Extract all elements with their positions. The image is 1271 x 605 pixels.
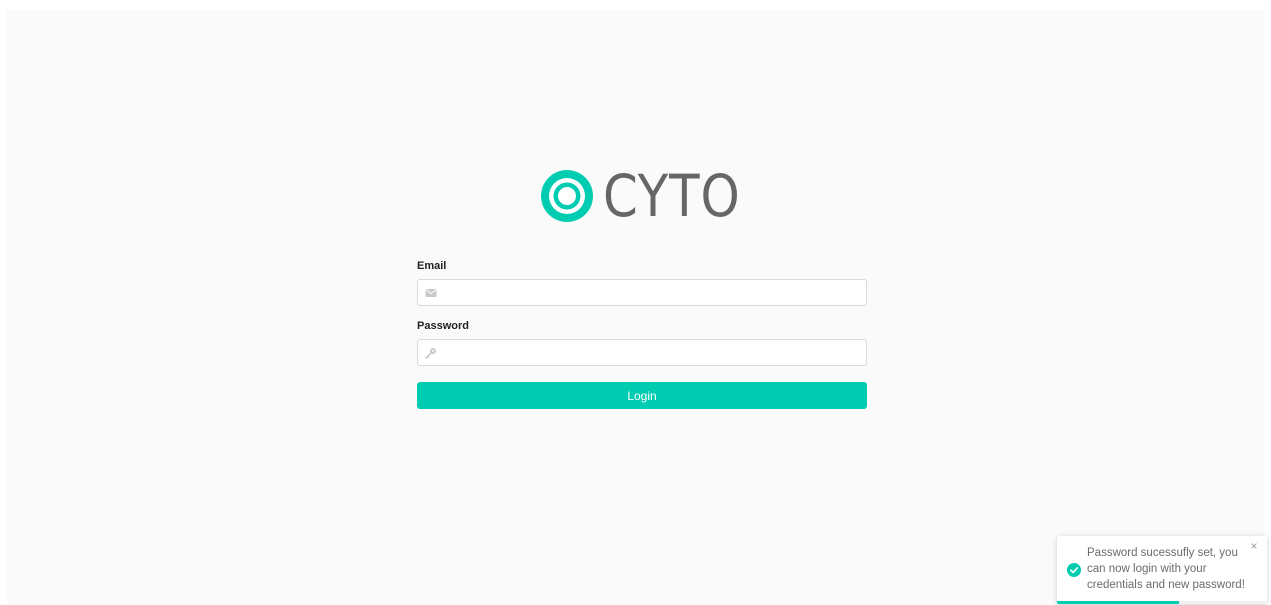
toast-progress-track <box>1057 601 1267 604</box>
password-input[interactable] <box>444 340 864 365</box>
password-label: Password <box>417 320 469 332</box>
cyto-logo: CYTO <box>541 167 763 225</box>
close-icon[interactable]: × <box>1248 540 1260 552</box>
email-input[interactable] <box>444 280 864 305</box>
toast-message: Password sucessufly set, you can now log… <box>1087 547 1245 591</box>
concentric-ring-icon <box>541 170 593 222</box>
password-field[interactable] <box>417 339 867 366</box>
success-check-icon <box>1067 563 1081 577</box>
login-button[interactable]: Login <box>417 382 867 409</box>
brand-name: CYTO <box>603 162 741 230</box>
success-toast: Password sucessufly set, you can now log… <box>1057 536 1267 604</box>
toast-progress-bar <box>1057 601 1179 604</box>
envelope-icon <box>425 289 437 297</box>
email-field[interactable] <box>417 279 867 306</box>
key-icon <box>425 348 436 359</box>
login-form: Email Password Login <box>417 258 867 409</box>
email-label: Email <box>417 260 447 272</box>
